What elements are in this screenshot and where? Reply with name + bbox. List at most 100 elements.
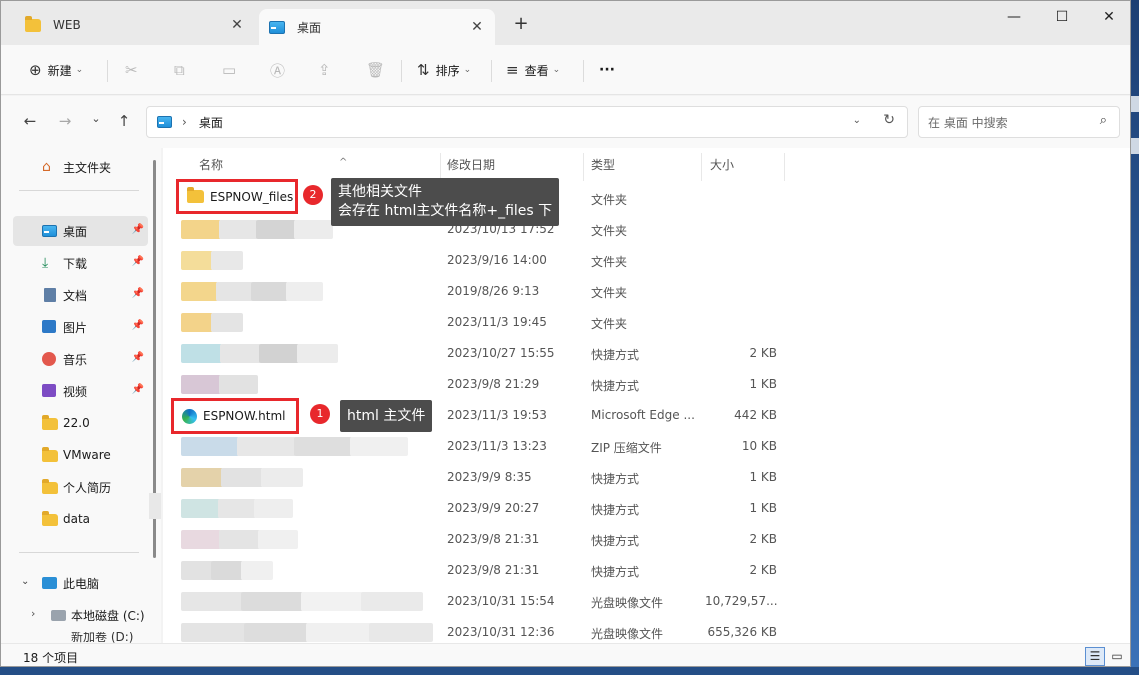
music-icon [42, 352, 56, 366]
up-button[interactable]: ↑ [113, 112, 135, 130]
sidebar-item-resume[interactable]: 个人简历 [13, 472, 148, 502]
divider [401, 60, 402, 82]
minimize-button[interactable]: — [991, 3, 1037, 31]
cut-button[interactable]: ✂ [117, 54, 152, 86]
close-window-button[interactable]: ✕ [1086, 3, 1130, 31]
redacted-file-name [181, 375, 221, 394]
table-row[interactable]: 2023/9/8 21:29 快捷方式 1 KB [163, 369, 1130, 400]
column-header-date[interactable]: 修改日期 [439, 153, 584, 181]
file-size: 1 KB [749, 470, 777, 484]
highlighted-file-espnow-html[interactable]: ESPNOW.html [171, 398, 299, 434]
copy-button[interactable]: ⧉ [166, 54, 199, 86]
pin-icon[interactable]: 📌 [132, 288, 144, 299]
close-icon[interactable]: ✕ [229, 17, 245, 33]
new-button[interactable]: ⊕ 新建 ⌄ [21, 54, 91, 86]
table-row[interactable]: 2023/11/3 19:53 Microsoft Edge ... 442 KB [163, 400, 1130, 431]
pin-icon[interactable]: 📌 [132, 320, 144, 331]
sidebar-item-data[interactable]: data [13, 504, 148, 534]
close-icon[interactable]: ✕ [469, 19, 485, 35]
sidebar-item-label: 音乐 [63, 352, 88, 367]
redacted-file-name [301, 592, 363, 611]
sidebar-item-videos[interactable]: 视频 📌 [13, 376, 148, 406]
new-tab-button[interactable]: + [509, 13, 533, 34]
tiles-view-button[interactable]: ▭ [1107, 647, 1127, 666]
sidebar-scrollbar[interactable] [149, 148, 161, 643]
pin-icon[interactable]: 📌 [132, 352, 144, 363]
sidebar-item-drive-d[interactable]: 新加卷 (D:) [13, 632, 148, 643]
table-row[interactable]: 2023/11/3 19:45 文件夹 [163, 307, 1130, 338]
table-row[interactable]: 2023/9/8 21:31 快捷方式 2 KB [163, 555, 1130, 586]
redacted-file-name [218, 375, 258, 394]
column-header-type[interactable]: 类型 [583, 153, 702, 181]
tab-desktop[interactable]: 桌面 ✕ [259, 9, 495, 45]
redacted-file-name [349, 437, 408, 456]
sidebar-item-vmware[interactable]: VMware [13, 440, 148, 470]
sidebar-item-music[interactable]: 音乐 📌 [13, 344, 148, 374]
view-button[interactable]: ≡ 查看 ⌄ [498, 54, 568, 86]
refresh-icon[interactable]: ↻ [883, 112, 895, 128]
more-options-button[interactable]: ··· [591, 54, 623, 86]
chevron-down-icon[interactable]: ⌄ [853, 115, 861, 126]
file-size: 442 KB [734, 408, 777, 422]
trash-icon: 🗑 [366, 61, 386, 79]
pin-icon[interactable]: 📌 [132, 224, 144, 235]
redacted-file-name [241, 592, 303, 611]
item-count: 18 个项目 [23, 651, 79, 665]
tab-web[interactable]: WEB ✕ [15, 9, 255, 41]
redacted-file-name [368, 623, 433, 642]
file-type: 文件夹 [591, 286, 628, 300]
file-list: 名称 ^ 修改日期 类型 大小 2023/11/3 19:53文件夹2023/1… [163, 148, 1130, 643]
redacted-file-name [218, 220, 258, 239]
table-row[interactable]: 2019/8/26 9:13 文件夹 [163, 276, 1130, 307]
address-row: ← → ⌄ ↑ › 桌面 ⌄ ↻ 在 桌面 中搜索 ⌕ [1, 96, 1130, 148]
pin-icon[interactable]: 📌 [132, 256, 144, 267]
table-row[interactable]: 2023/9/16 14:00 文件夹 [163, 245, 1130, 276]
file-type: 文件夹 [591, 224, 628, 238]
chevron-down-icon[interactable]: ⌄ [21, 576, 29, 587]
view-list-icon: ≡ [506, 61, 519, 79]
pin-icon[interactable]: 📌 [132, 384, 144, 395]
table-row[interactable]: 2023/9/9 8:35 快捷方式 1 KB [163, 462, 1130, 493]
back-button[interactable]: ← [19, 112, 41, 130]
delete-button[interactable]: 🗑 [358, 54, 399, 86]
forward-button[interactable]: → [54, 112, 76, 130]
sidebar-item-downloads[interactable]: ⤓ 下载 📌 [13, 248, 148, 278]
recent-locations-button[interactable]: ⌄ [85, 112, 107, 125]
search-icon[interactable]: ⌕ [1100, 113, 1107, 128]
table-row[interactable]: 2023/10/27 15:55 快捷方式 2 KB [163, 338, 1130, 369]
share-button[interactable]: ⇪ [310, 54, 345, 86]
folder-icon [42, 479, 58, 494]
details-view-button[interactable]: ☰ [1085, 647, 1105, 666]
sidebar-item-local-disk[interactable]: › 本地磁盘 (C:) [13, 600, 148, 630]
plus-circle-icon: ⊕ [29, 61, 42, 79]
sort-button[interactable]: ⇅ 排序 ⌄ [409, 54, 479, 86]
column-label: 修改日期 [447, 158, 496, 172]
chevron-right-icon[interactable]: › [31, 607, 35, 620]
sidebar-item-label: 个人简历 [63, 480, 112, 495]
redacted-file-name [181, 282, 218, 301]
sidebar-item-folder-22[interactable]: 22.0 [13, 408, 148, 438]
column-header-size[interactable]: 大小 [702, 153, 785, 181]
paste-button[interactable]: ▭ [214, 54, 250, 86]
address-bar[interactable]: › 桌面 ⌄ ↻ [146, 106, 908, 138]
file-date: 2023/9/9 20:27 [447, 501, 540, 515]
search-input[interactable]: 在 桌面 中搜索 ⌕ [918, 106, 1120, 138]
sidebar-item-home[interactable]: ⌂ 主文件夹 [13, 152, 148, 182]
table-row[interactable]: 2023/11/3 13:23 ZIP 压缩文件 10 KB [163, 431, 1130, 462]
rename-button[interactable]: Ⓐ [262, 54, 299, 86]
sidebar-item-desktop[interactable]: 桌面 📌 [13, 216, 148, 246]
table-row[interactable]: 2023/9/9 20:27 快捷方式 1 KB [163, 493, 1130, 524]
sidebar-item-label: 此电脑 [63, 576, 100, 591]
sidebar-item-documents[interactable]: 文档 📌 [13, 280, 148, 310]
table-row[interactable]: 2023/10/31 15:54 光盘映像文件 10,729,57... [163, 586, 1130, 617]
file-type: ZIP 压缩文件 [591, 441, 662, 455]
sidebar-item-pictures[interactable]: 图片 📌 [13, 312, 148, 342]
table-row[interactable]: 2023/10/13 17:52 文件夹 [163, 214, 1130, 245]
table-row[interactable]: 2023/9/8 21:31 快捷方式 2 KB [163, 524, 1130, 555]
maximize-button[interactable]: ☐ [1039, 3, 1085, 31]
sidebar-item-this-pc[interactable]: ⌄ 此电脑 [13, 568, 148, 598]
breadcrumb-desktop[interactable]: 桌面 [199, 114, 223, 131]
column-header-name[interactable]: 名称 ^ [191, 153, 441, 181]
highlighted-file-espnow-files[interactable]: ESPNOW_files [176, 179, 298, 214]
file-size: 2 KB [749, 532, 777, 546]
